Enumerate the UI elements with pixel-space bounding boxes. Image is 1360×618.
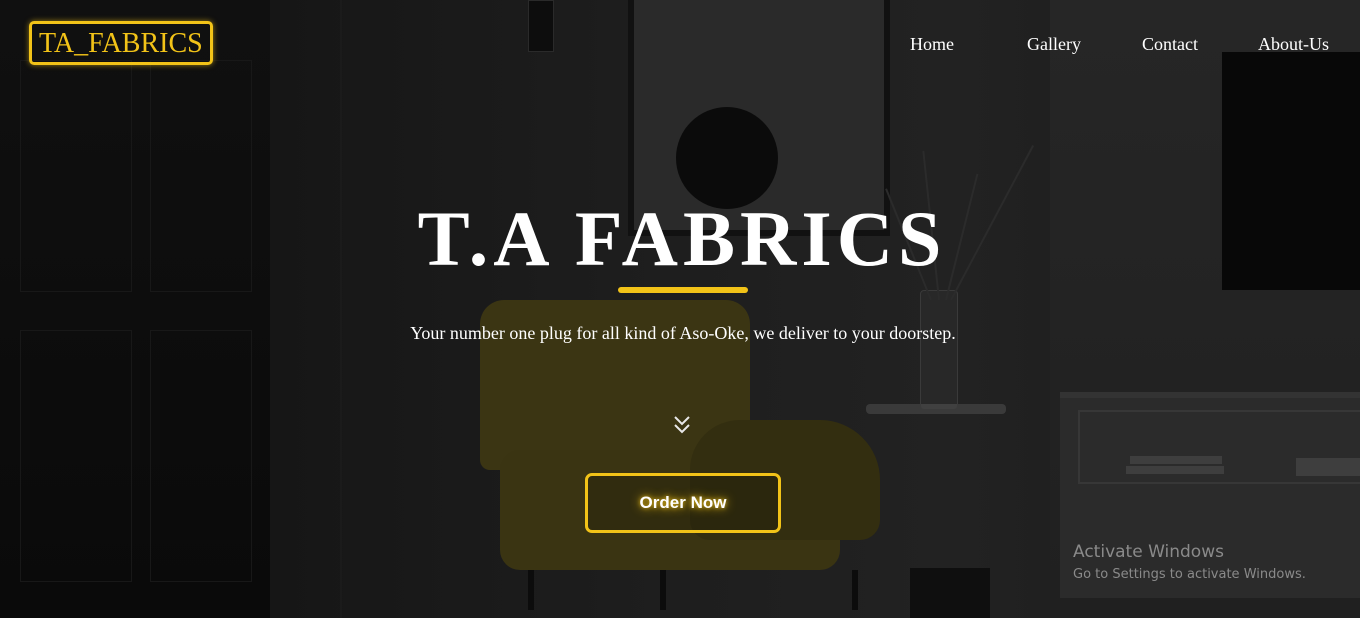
background-door (0, 0, 271, 618)
main-nav: Home Gallery Contact About-Us (0, 32, 1360, 58)
hero-section: TA_FABRICS Home Gallery Contact About-Us… (0, 0, 1360, 618)
background-floor-box (910, 568, 990, 618)
order-now-button[interactable]: Order Now (585, 473, 781, 533)
background-armchair (480, 300, 880, 610)
double-chevron-down-icon[interactable] (672, 414, 692, 436)
hero-tagline: Your number one plug for all kind of Aso… (410, 323, 956, 343)
background-vase (920, 290, 958, 410)
background-art-circle (676, 107, 778, 209)
chair-leg (852, 570, 858, 610)
watermark-title: Activate Windows (1073, 542, 1224, 562)
chair-leg (528, 570, 534, 610)
nav-contact-link[interactable]: Contact (1142, 32, 1198, 56)
background-book (1130, 456, 1222, 464)
activate-windows-watermark: Activate Windows Go to Settings to activ… (1073, 541, 1306, 585)
title-underline (618, 287, 748, 293)
nav-gallery-link[interactable]: Gallery (1027, 32, 1081, 56)
hero-title: T.A FABRICS (417, 195, 947, 282)
background-book (1296, 458, 1360, 476)
watermark-subtitle: Go to Settings to activate Windows. (1073, 567, 1306, 582)
nav-home-link[interactable]: Home (910, 32, 954, 56)
door-panel (20, 330, 132, 582)
door-panel (150, 330, 252, 582)
background-book (1126, 466, 1224, 474)
nav-about-us-link[interactable]: About-Us (1258, 32, 1329, 56)
background-wall-line (340, 0, 342, 618)
chair-leg (660, 570, 666, 610)
